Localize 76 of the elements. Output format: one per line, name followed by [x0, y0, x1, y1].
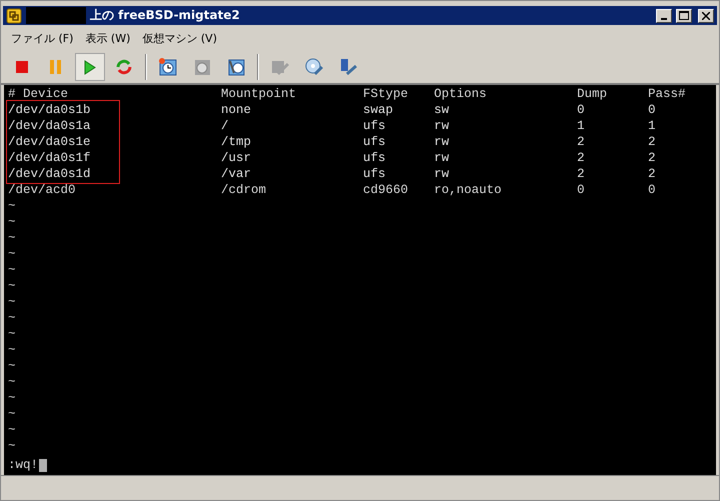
table-cell-text: /dev/da0s1f: [8, 150, 92, 166]
table-cell-text: 0: [577, 102, 586, 118]
table-cell-text: 2: [577, 150, 586, 166]
app-logo-icon: [6, 8, 22, 24]
table-cell-text: 1: [577, 118, 586, 134]
table-cell-text: /var: [221, 166, 252, 182]
command-line: :wq!: [8, 457, 38, 473]
table-cell-text: ufs: [363, 118, 387, 134]
table-cell-text: 1: [648, 118, 657, 134]
table-cell-text: 0: [577, 182, 586, 198]
table-cell-text: /dev/da0s1e: [8, 134, 92, 150]
empty-line-marker: ~: [8, 422, 16, 438]
refresh-icon: [115, 58, 133, 76]
empty-line-marker: ~: [8, 438, 16, 454]
table-cell-text: 2: [577, 134, 586, 150]
empty-line-marker: ~: [8, 246, 16, 262]
close-icon: [702, 12, 710, 20]
empty-line-marker: ~: [8, 390, 16, 406]
empty-line-marker: ~: [8, 294, 16, 310]
menu-item[interactable]: ファイル (F): [11, 30, 74, 46]
table-cell-text: 2: [648, 166, 657, 182]
table-cell-text: ro,noauto: [434, 182, 503, 198]
table-cell-text: rw: [434, 166, 450, 182]
empty-line-marker: ~: [8, 326, 16, 342]
empty-line-marker: ~: [8, 198, 16, 214]
empty-line-marker: ~: [8, 342, 16, 358]
column-header: Pass#: [648, 86, 687, 102]
minimize-icon: [661, 18, 667, 20]
table-cell-text: sw: [434, 102, 450, 118]
table-cell-text: rw: [434, 150, 450, 166]
table-cell-text: /dev/da0s1d: [8, 166, 92, 182]
empty-line-marker: ~: [8, 278, 16, 294]
table-cell-text: 2: [648, 134, 657, 150]
menu-item[interactable]: 仮想マシン (V): [142, 30, 217, 46]
empty-line-marker: ~: [8, 358, 16, 374]
table-cell-text: /tmp: [221, 134, 252, 150]
column-header: Mountpoint: [221, 86, 298, 102]
table-cell-text: ufs: [363, 134, 387, 150]
column-header: Dump: [577, 86, 608, 102]
play-icon: [84, 60, 96, 74]
column-header: Options: [434, 86, 488, 102]
table-cell-text: /usr: [221, 150, 252, 166]
empty-line-marker: ~: [8, 310, 16, 326]
empty-line-marker: ~: [8, 374, 16, 390]
table-cell-text: 0: [648, 182, 657, 198]
table-cell-text: /: [221, 118, 230, 134]
table-cell-text: 2: [577, 166, 586, 182]
empty-line-marker: ~: [8, 406, 16, 422]
empty-line-marker: ~: [8, 214, 16, 230]
maximize-button[interactable]: [676, 8, 692, 22]
table-cell-text: 0: [648, 102, 657, 118]
minimize-button[interactable]: [656, 8, 672, 22]
column-header: FStype: [363, 86, 410, 102]
table-cell-text: /dev/acd0: [8, 182, 77, 198]
table-cell-text: swap: [363, 102, 394, 118]
table-cell-text: /cdrom: [221, 182, 268, 198]
menu-item[interactable]: 表示 (W): [85, 30, 130, 46]
close-button[interactable]: [698, 8, 714, 22]
table-cell-text: none: [221, 102, 252, 118]
table-cell-text: /dev/da0s1a: [8, 118, 92, 134]
disc-wrench-icon: [304, 57, 324, 77]
toolbar-button[interactable]: [75, 53, 105, 81]
empty-line-marker: ~: [8, 230, 16, 246]
table-cell-text: 2: [648, 150, 657, 166]
table-cell-text: cd9660: [363, 182, 410, 198]
empty-line-marker: ~: [8, 262, 16, 278]
table-cell-text: ufs: [363, 166, 387, 182]
table-cell-text: ufs: [363, 150, 387, 166]
maximize-icon: [679, 11, 689, 20]
pause-icon: [50, 60, 62, 74]
window-title: 上の freeBSD-migtate2: [90, 7, 241, 24]
table-cell-text: rw: [434, 134, 450, 150]
stop-icon: [16, 61, 28, 73]
table-cell-text: rw: [434, 118, 450, 134]
column-header: # Device: [8, 86, 70, 102]
table-cell-text: /dev/da0s1b: [8, 102, 92, 118]
